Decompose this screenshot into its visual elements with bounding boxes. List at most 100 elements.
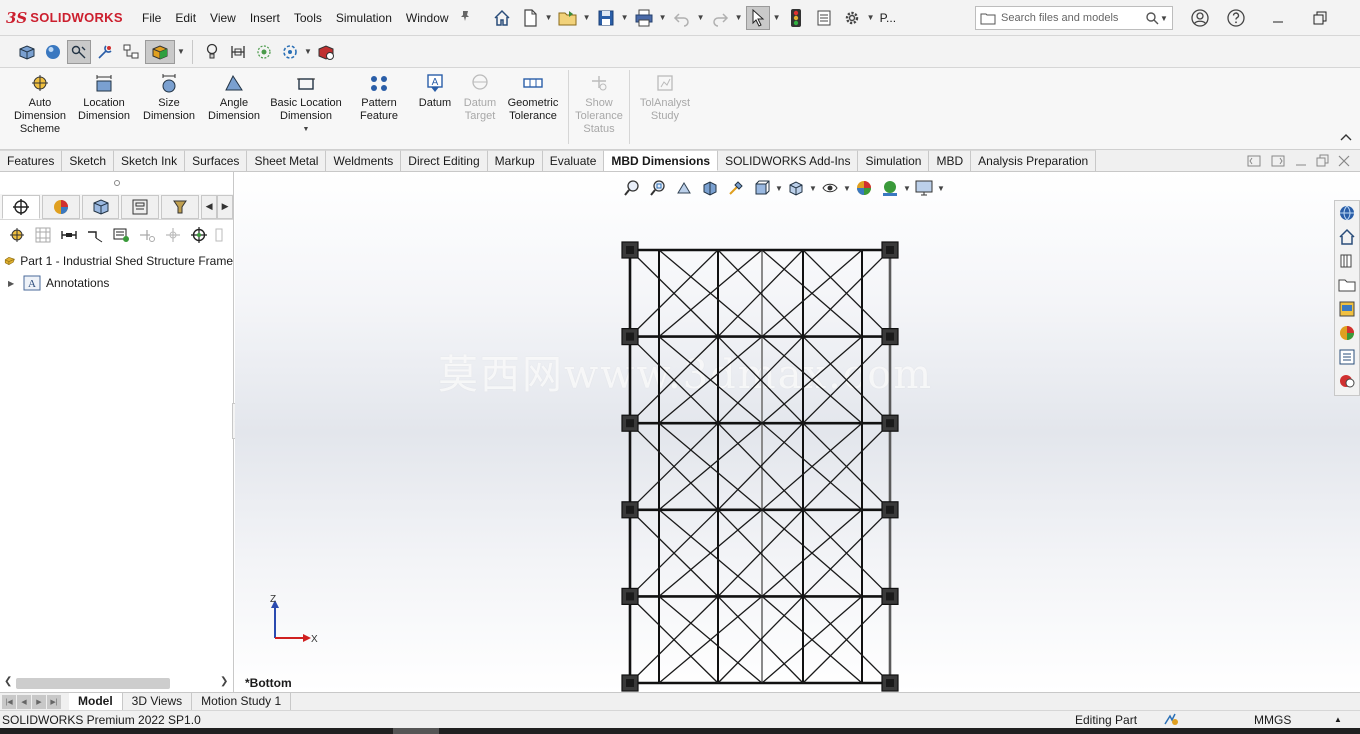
dimension-expert-icon[interactable] xyxy=(226,40,250,64)
tab-evaluate[interactable]: Evaluate xyxy=(542,150,605,171)
menu-tools[interactable]: Tools xyxy=(287,0,329,36)
chevron-down-icon[interactable]: ▼ xyxy=(734,13,744,22)
appearance-sphere-icon[interactable] xyxy=(41,40,65,64)
design-library-icon[interactable] xyxy=(1336,250,1358,272)
menu-window[interactable]: Window xyxy=(399,0,456,36)
chevron-down-icon[interactable]: ▼ xyxy=(1159,14,1169,23)
select-cursor-icon[interactable] xyxy=(745,5,770,30)
spiral-pattern-icon[interactable] xyxy=(252,40,276,64)
file-properties-icon[interactable] xyxy=(812,6,836,30)
new-document-icon[interactable] xyxy=(518,6,542,30)
tabs-scroll-right-icon[interactable]: ▶ xyxy=(217,194,234,219)
appearances-scenes-icon[interactable] xyxy=(1336,322,1358,344)
doc-minimize-icon[interactable] xyxy=(1294,154,1308,168)
doc-restore-icon[interactable] xyxy=(1316,154,1330,168)
forum-icon[interactable] xyxy=(1336,370,1358,392)
tab-mbd-dimensions[interactable]: MBD Dimensions xyxy=(604,150,719,171)
angle-dimension-button[interactable]: Angle Dimension xyxy=(202,68,266,149)
undo-icon[interactable] xyxy=(670,6,694,30)
tabs-scroll-left-icon[interactable]: ◀ xyxy=(201,194,218,219)
unit-system[interactable]: MMGS xyxy=(1254,713,1291,727)
chevron-down-icon[interactable]: ▼ xyxy=(772,13,782,22)
cube-settings-icon[interactable] xyxy=(314,40,338,64)
auto-dimension-scheme-button[interactable]: Auto Dimension Scheme xyxy=(8,68,72,149)
chevron-down-icon[interactable]: ▼ xyxy=(866,13,876,22)
chevron-down-icon[interactable]: ▼ xyxy=(176,47,186,56)
dimxpert-manager-tab[interactable] xyxy=(121,194,160,219)
custom-properties-icon[interactable] xyxy=(1336,346,1358,368)
first-tab-icon[interactable]: |◀ xyxy=(2,694,16,709)
home-icon[interactable] xyxy=(490,6,514,30)
chevron-down-icon[interactable]: ▼ xyxy=(582,13,592,22)
search-input[interactable]: Search files and models xyxy=(1001,12,1145,24)
prev-tab-icon[interactable]: ◀ xyxy=(17,694,31,709)
profile-menu[interactable]: P... xyxy=(876,0,900,36)
minimize-icon[interactable] xyxy=(1266,6,1290,30)
save-icon[interactable] xyxy=(594,6,618,30)
view-palette-icon[interactable] xyxy=(1336,298,1358,320)
tolanalyst-study-button[interactable]: TolAnalyst Study xyxy=(634,68,696,149)
chevron-down-icon[interactable]: ▼ xyxy=(620,13,630,22)
panel-horizontal-scrollbar[interactable]: ❮ ❯ xyxy=(0,674,234,692)
unit-system-arrow-icon[interactable]: ▲ xyxy=(1334,715,1342,724)
chevron-down-icon[interactable]: ▼ xyxy=(303,47,313,56)
geometric-tolerance-button[interactable]: Geometric Tolerance xyxy=(502,68,564,149)
tab-direct-editing[interactable]: Direct Editing xyxy=(401,150,488,171)
tolerance-tool-icon[interactable] xyxy=(136,224,158,246)
tab-features[interactable]: Features xyxy=(0,150,63,171)
home-tab-icon[interactable] xyxy=(1336,226,1358,248)
menu-edit[interactable]: Edit xyxy=(168,0,203,36)
search-box[interactable]: Search files and models ▼ xyxy=(975,6,1173,30)
tree-item-annotations[interactable]: ▶ A Annotations xyxy=(0,272,233,294)
size-dimension-button[interactable]: Size Dimension xyxy=(136,68,202,149)
rebuild-status-icon[interactable] xyxy=(1163,712,1179,729)
chevron-down-icon[interactable]: ▼ xyxy=(696,13,706,22)
rotate-gear-icon[interactable] xyxy=(278,40,302,64)
close-icon[interactable] xyxy=(1354,6,1360,30)
tab-weldments[interactable]: Weldments xyxy=(326,150,402,171)
file-explorer-icon[interactable] xyxy=(1336,274,1358,296)
panel-grip-icon[interactable] xyxy=(0,172,233,194)
menu-simulation[interactable]: Simulation xyxy=(329,0,399,36)
user-account-icon[interactable] xyxy=(1188,6,1212,30)
tab-mbd[interactable]: MBD xyxy=(929,150,972,171)
tile-right-icon[interactable] xyxy=(1270,154,1286,168)
print-icon[interactable] xyxy=(632,6,656,30)
location-dimension-button[interactable]: Location Dimension xyxy=(72,68,136,149)
datum-target-button[interactable]: Datum Target xyxy=(458,68,502,149)
chevron-down-icon[interactable]: ▼ xyxy=(303,123,310,136)
tab-sketch[interactable]: Sketch xyxy=(62,150,115,171)
show-status-tool-icon[interactable] xyxy=(162,224,184,246)
shaded-edges-icon[interactable] xyxy=(15,40,39,64)
light-bulb-icon[interactable] xyxy=(200,40,224,64)
taskbar-active-item[interactable] xyxy=(393,728,439,734)
show-tolerance-status-button[interactable]: Show Tolerance Status xyxy=(573,68,625,149)
location-tool-icon[interactable] xyxy=(58,224,80,246)
doc-close-icon[interactable] xyxy=(1338,155,1350,167)
tools-icon[interactable] xyxy=(93,40,117,64)
configuration-manager-tab[interactable] xyxy=(81,194,120,219)
property-manager-tab[interactable] xyxy=(41,194,80,219)
tab-surfaces[interactable]: Surfaces xyxy=(185,150,248,171)
tab-markup[interactable]: Markup xyxy=(487,150,543,171)
tile-left-icon[interactable] xyxy=(1246,154,1262,168)
rebuild-traffic-light-icon[interactable] xyxy=(784,6,808,30)
basic-location-dimension-button[interactable]: Basic Location Dimension ▼ xyxy=(266,68,346,149)
tab-sheet-metal[interactable]: Sheet Metal xyxy=(247,150,327,171)
scroll-left-icon[interactable]: ❮ xyxy=(4,676,12,687)
bottom-tab-model[interactable]: Model xyxy=(69,693,123,710)
chevron-down-icon[interactable]: ▼ xyxy=(544,13,554,22)
pin-icon[interactable] xyxy=(456,10,474,25)
solidworks-logo[interactable]: 3S SOLIDWORKS xyxy=(0,0,135,36)
display-manager-tab[interactable] xyxy=(161,194,200,219)
graphics-area[interactable]: 莫西网www.3dmax.com ▼ ▼ ▼ ▼ ▼ Z X *Bottom xyxy=(235,172,1360,692)
display-style-icon[interactable] xyxy=(145,39,175,64)
menu-view[interactable]: View xyxy=(203,0,243,36)
open-folder-icon[interactable] xyxy=(556,6,580,30)
auto-dimension-tool-icon[interactable] xyxy=(6,224,28,246)
solidworks-resources-icon[interactable] xyxy=(1336,202,1358,224)
menu-file[interactable]: File xyxy=(135,0,168,36)
datum-tool-icon[interactable] xyxy=(110,224,132,246)
scroll-right-icon[interactable]: ❯ xyxy=(220,676,228,687)
chevron-down-icon[interactable]: ▼ xyxy=(658,13,668,22)
